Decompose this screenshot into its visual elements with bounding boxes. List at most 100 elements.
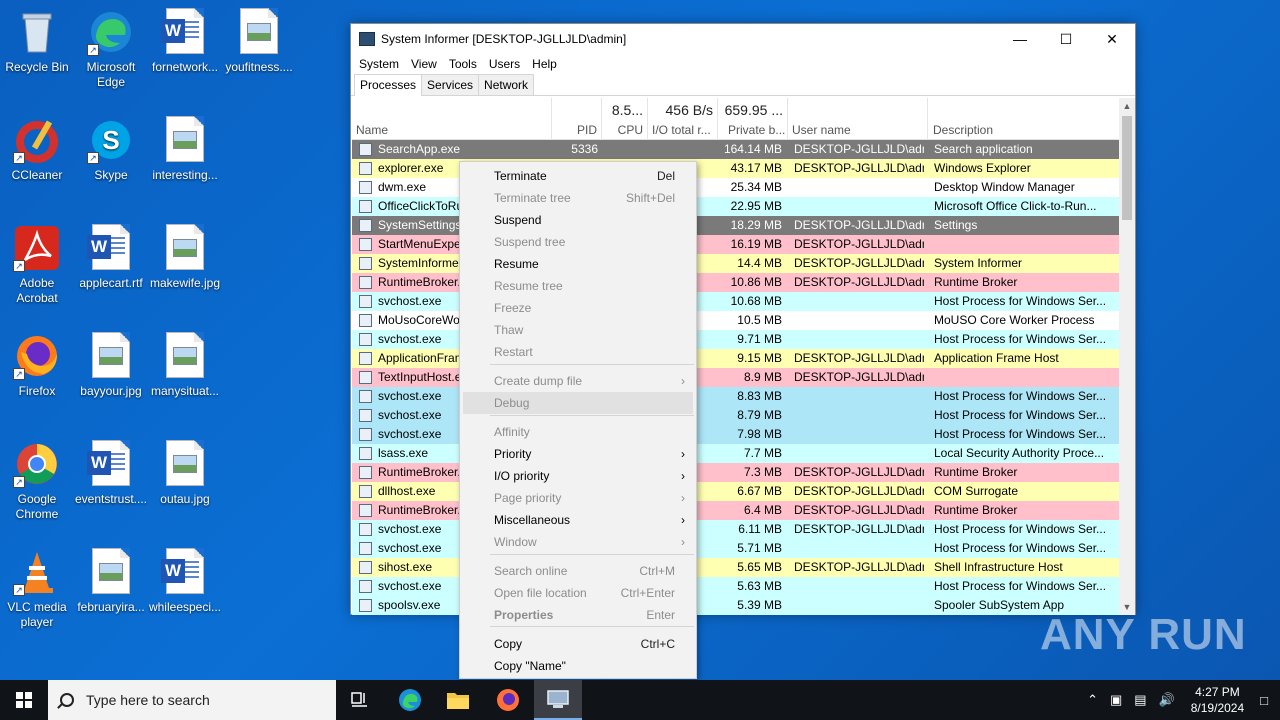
taskbar-search-box[interactable]: Type here to search <box>48 680 336 720</box>
menu-item-open-file-location[interactable]: Open file location Ctrl+Enter <box>463 582 693 604</box>
image-file-icon <box>87 548 135 596</box>
taskbar-edge[interactable] <box>386 680 434 720</box>
task-view-button[interactable] <box>336 680 384 720</box>
menu-item-resume[interactable]: Resume <box>463 253 693 275</box>
menu-item-properties[interactable]: Properties Enter <box>463 604 693 626</box>
app-icon <box>359 32 375 46</box>
menu-item-copy[interactable]: Copy Ctrl+C <box>463 633 693 655</box>
vertical-scrollbar[interactable]: ▲ ▼ <box>1119 98 1135 615</box>
desktop-icon[interactable]: Wapplecart.rtf <box>74 224 148 291</box>
process-user: DESKTOP-JGLLJLD\admi <box>794 484 924 498</box>
desktop-icon[interactable]: ↗ Google Chrome <box>0 440 74 522</box>
desktop-icon[interactable]: ↗ VLC media player <box>0 548 74 630</box>
menu-item-priority[interactable]: Priority › <box>463 443 693 465</box>
taskbar-system-informer[interactable] <box>534 680 582 720</box>
desktop-icon[interactable]: interesting... <box>148 116 222 183</box>
desktop-icon-label: Skype <box>94 168 128 182</box>
desktop-icon[interactable]: Wfornetwork... <box>148 8 222 75</box>
menu-users[interactable]: Users <box>483 57 526 71</box>
title-bar[interactable]: System Informer [DESKTOP-JGLLJLD\admin] … <box>351 24 1135 54</box>
process-private-bytes: 6.4 MB <box>743 503 782 517</box>
menu-item-thaw[interactable]: Thaw <box>463 319 693 341</box>
desktop-icon[interactable]: manysituat... <box>148 332 222 399</box>
column-private-bytes[interactable]: 659.95 ... Private b... <box>718 98 788 140</box>
process-user: DESKTOP-JGLLJLD\admi <box>794 351 924 365</box>
desktop-icon[interactable]: S ↗ Skype <box>74 116 148 183</box>
desktop-icon[interactable]: makewife.jpg <box>148 224 222 291</box>
menu-view[interactable]: View <box>405 57 443 71</box>
close-button[interactable]: ✕ <box>1089 24 1135 54</box>
column-pid-label: PID <box>576 123 597 137</box>
process-icon <box>359 504 372 517</box>
menu-separator <box>490 364 694 365</box>
desktop-icon-label: outau.jpg <box>160 492 210 506</box>
desktop-icon[interactable]: Recycle Bin <box>0 8 74 75</box>
edge-icon: ↗ <box>87 8 135 56</box>
column-name[interactable]: Name <box>352 98 552 140</box>
column-user[interactable]: User name <box>788 98 928 140</box>
tab-processes[interactable]: Processes <box>354 74 423 96</box>
column-pid[interactable]: PID <box>552 98 602 140</box>
menu-help[interactable]: Help <box>526 57 563 71</box>
start-button[interactable] <box>0 680 48 720</box>
process-private-bytes: 10.5 MB <box>737 313 782 327</box>
menu-item-create-dump-file[interactable]: Create dump file › <box>463 370 693 392</box>
process-description: Host Process for Windows Ser... <box>934 427 1106 441</box>
tab-services[interactable]: Services <box>421 74 480 95</box>
menu-item-search-online[interactable]: Search online Ctrl+M <box>463 560 693 582</box>
menu-item-window[interactable]: Window › <box>463 531 693 553</box>
taskbar-firefox[interactable] <box>484 680 532 720</box>
desktop-icon-label: CCleaner <box>11 168 63 182</box>
volume-icon[interactable]: 🔊 <box>1159 692 1175 708</box>
desktop-icon[interactable]: ↗ CCleaner <box>0 116 74 183</box>
menu-item-terminate-tree[interactable]: Terminate tree Shift+Del <box>463 187 693 209</box>
show-hidden-icons-icon[interactable]: ⌃ <box>1087 692 1098 708</box>
menu-item-suspend-tree[interactable]: Suspend tree <box>463 231 693 253</box>
menu-item-page-priority[interactable]: Page priority › <box>463 487 693 509</box>
menu-item-freeze[interactable]: Freeze <box>463 297 693 319</box>
folder-icon <box>447 693 469 709</box>
desktop-icon[interactable]: februaryira... <box>74 548 148 615</box>
process-user: DESKTOP-JGLLJLD\admi <box>794 218 924 232</box>
scroll-thumb[interactable] <box>1122 116 1132 220</box>
desktop-icon[interactable]: ↗ Adobe Acrobat <box>0 224 74 306</box>
menu-item-debug[interactable]: Debug <box>463 392 693 414</box>
minimize-button[interactable]: — <box>997 24 1043 54</box>
chevron-right-icon: › <box>681 535 685 549</box>
desktop-icon[interactable]: Weventstrust.... <box>74 440 148 507</box>
device-icon[interactable]: ▣ <box>1110 692 1122 708</box>
menu-item-affinity[interactable]: Affinity <box>463 421 693 443</box>
desktop-icon-label: Recycle Bin <box>5 60 69 74</box>
tab-network[interactable]: Network <box>478 74 535 95</box>
maximize-button[interactable]: ☐ <box>1043 24 1089 54</box>
menu-item-miscellaneous[interactable]: Miscellaneous › <box>463 509 693 531</box>
clock[interactable]: 4:27 PM 8/19/2024 <box>1191 684 1244 716</box>
menu-item-label: Copy "Name" <box>494 659 566 673</box>
menu-item-resume-tree[interactable]: Resume tree <box>463 275 693 297</box>
desktop-icon[interactable]: bayyour.jpg <box>74 332 148 399</box>
column-io[interactable]: 456 B/s I/O total r... <box>648 98 718 140</box>
scroll-up-icon[interactable]: ▲ <box>1119 98 1135 114</box>
notification-icon[interactable]: □ <box>1260 693 1268 708</box>
table-row[interactable]: SearchApp.exe 5336 164.14 MB DESKTOP-JGLLJL… <box>352 140 1120 159</box>
network-icon[interactable]: ▤ <box>1134 692 1146 708</box>
desktop-icon[interactable]: ↗ Microsoft Edge <box>74 8 148 90</box>
menu-tools[interactable]: Tools <box>443 57 483 71</box>
desktop-icon[interactable]: outau.jpg <box>148 440 222 507</box>
menu-system[interactable]: System <box>353 57 405 71</box>
menu-item-restart[interactable]: Restart <box>463 341 693 363</box>
desktop-icon-label: Microsoft Edge <box>86 60 136 89</box>
process-icon <box>359 580 372 593</box>
desktop-icon[interactable]: youfitness.... <box>222 8 296 75</box>
desktop-icon[interactable]: ↗ Firefox <box>0 332 74 399</box>
column-cpu[interactable]: 8.5... CPU <box>602 98 648 140</box>
process-user: DESKTOP-JGLLJLD\admi <box>794 370 924 384</box>
taskbar-file-explorer[interactable] <box>434 680 482 720</box>
menu-item-suspend[interactable]: Suspend <box>463 209 693 231</box>
menu-item-terminate[interactable]: Terminate Del <box>463 165 693 187</box>
desktop-icon[interactable]: Wwhileespeci... <box>148 548 222 615</box>
menu-item-copy-name[interactable]: Copy "Name" <box>463 655 693 677</box>
menu-item-i-o-priority[interactable]: I/O priority › <box>463 465 693 487</box>
process-private-bytes: 9.15 MB <box>737 351 782 365</box>
column-description[interactable]: Description <box>928 98 1108 140</box>
